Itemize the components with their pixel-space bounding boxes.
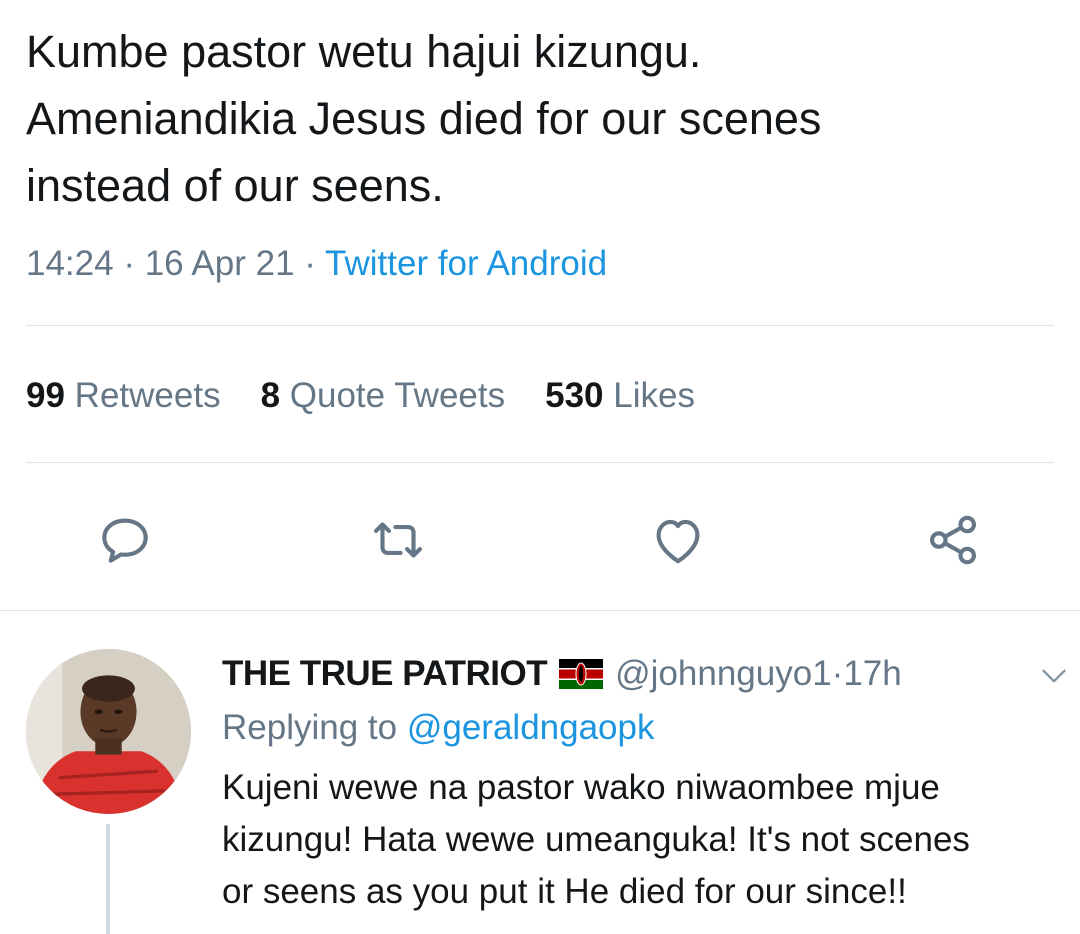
header-separator: · [831, 654, 844, 693]
chevron-down-icon[interactable] [1036, 658, 1072, 694]
tweet-text-line: Ameniandikia Jesus died for our scenes [26, 93, 822, 144]
retweets-stat[interactable]: 99 Retweets [26, 372, 221, 420]
tweet-date[interactable]: 16 Apr 21 [145, 244, 295, 283]
retweets-count: 99 [26, 376, 65, 415]
likes-label: Likes [613, 376, 695, 415]
reply-header: THE TRUE PATRIOT @johnnguyo1 · 17h [222, 650, 1062, 698]
divider [26, 462, 1054, 463]
tweet-time[interactable]: 14:24 [26, 244, 114, 283]
likes-count: 530 [545, 376, 604, 415]
like-button[interactable] [643, 505, 713, 575]
thread-line [106, 824, 110, 934]
like-icon [656, 519, 700, 564]
retweet-icon [373, 522, 423, 558]
meta-separator: · [294, 244, 326, 283]
quote-tweets-stat[interactable]: 8 Quote Tweets [261, 372, 506, 420]
reply-body: THE TRUE PATRIOT @johnnguyo1 · 17h Reply… [222, 650, 1066, 918]
replying-to-mention[interactable]: @geraldngaopk [407, 708, 655, 747]
quote-tweets-count: 8 [260, 376, 281, 415]
share-button[interactable] [918, 505, 988, 575]
meta-separator: · [113, 244, 145, 283]
reply-text: Kujeni wewe na pastor wako niwaombee mju… [222, 762, 1062, 918]
likes-stat[interactable]: 530 Likes [545, 372, 695, 420]
quote-tweets-label: Quote Tweets [289, 376, 506, 415]
tweet-meta: 14:24 · 16 Apr 21 · Twitter for Android [26, 240, 607, 288]
replying-to-label: Replying to [222, 708, 398, 747]
divider [0, 610, 1080, 611]
retweets-label: Retweets [74, 376, 221, 415]
tweet-actions [0, 505, 1080, 575]
reply-text-line: Kujeni wewe na pastor wako niwaombee mju… [222, 768, 940, 807]
avatar-image [26, 649, 191, 814]
tweet-text-line: Kumbe pastor wetu hajui kizungu. [26, 26, 702, 77]
user-handle[interactable]: @johnnguyo1 [615, 650, 832, 698]
tweet-text: Kumbe pastor wetu hajui kizungu. Amenian… [26, 18, 1066, 219]
tweet-text-line: instead of our seens. [26, 160, 444, 211]
retweet-button[interactable] [363, 505, 433, 575]
display-name[interactable]: THE TRUE PATRIOT [222, 650, 548, 698]
replying-to: Replying to @geraldngaopk [222, 704, 1062, 752]
kenya-flag-icon [559, 659, 604, 689]
tweet-source-link[interactable]: Twitter for Android [325, 244, 607, 283]
divider [26, 325, 1054, 326]
tweet-stats: 99 Retweets 8 Quote Tweets 530 Likes [26, 372, 695, 420]
reply-tweet[interactable]: THE TRUE PATRIOT @johnnguyo1 · 17h Reply… [0, 612, 1080, 934]
reply-text-line: or seens as you put it He died for our s… [222, 872, 907, 911]
avatar[interactable] [26, 649, 191, 814]
reply-button[interactable] [90, 505, 160, 575]
share-icon [930, 515, 976, 565]
reply-icon [102, 518, 148, 563]
reply-time[interactable]: 17h [843, 650, 901, 698]
reply-text-line: kizungu! Hata wewe umeanguka! It's not s… [222, 820, 970, 859]
